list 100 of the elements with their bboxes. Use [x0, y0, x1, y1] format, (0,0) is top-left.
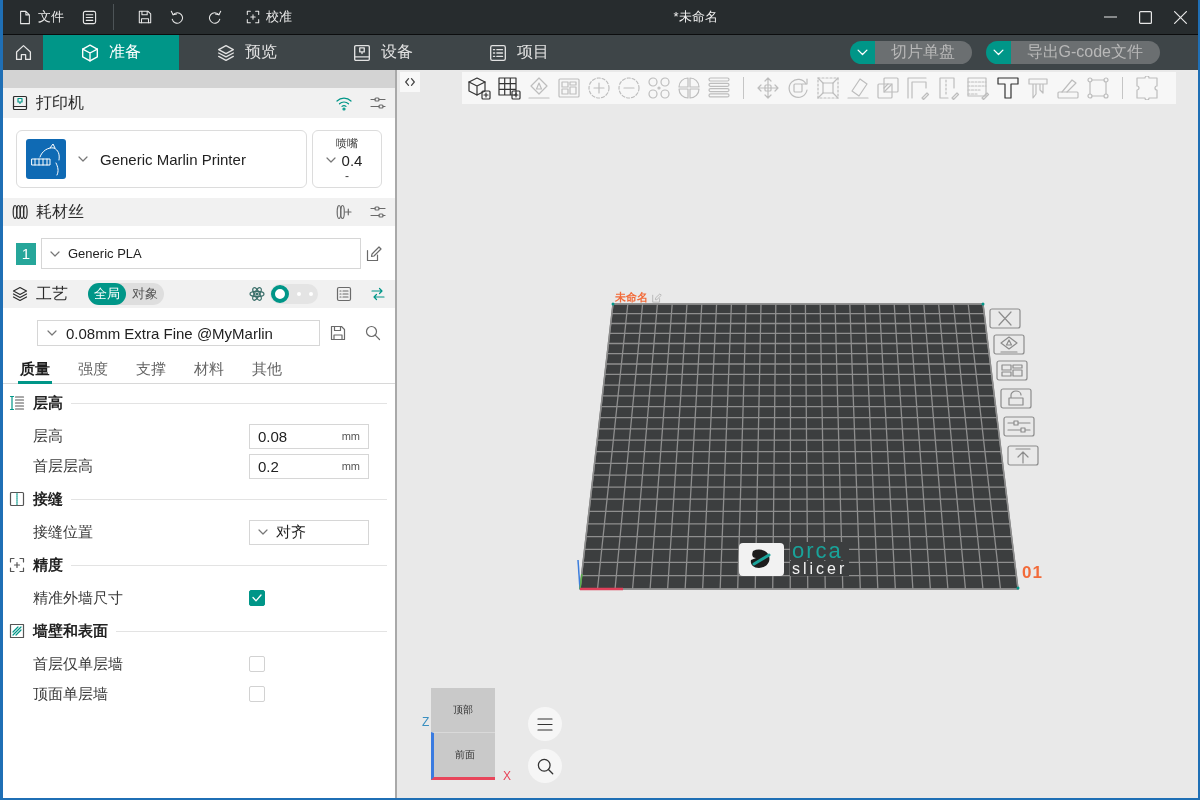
scope-option[interactable]: 对象 — [126, 283, 164, 305]
maximize-icon — [1139, 10, 1152, 24]
checkbox[interactable] — [249, 590, 265, 606]
axis-label: Z — [422, 716, 430, 728]
plate-name: 未命名 — [615, 290, 648, 305]
arrow-up-box-icon[interactable] — [1007, 445, 1039, 466]
scope-option[interactable]: 全局 — [88, 283, 126, 305]
section-title: 墙壁和表面 — [33, 621, 108, 641]
unit-label: mm — [341, 460, 360, 472]
dropdown-toggle[interactable] — [985, 41, 1011, 64]
search-icon — [536, 757, 554, 775]
caret-icon — [258, 529, 268, 535]
dropdown-toggle[interactable] — [849, 41, 875, 64]
setting-label: 首层仅单层墙 — [33, 654, 124, 674]
main-tab[interactable]: 准备 — [43, 35, 179, 70]
setting-label: 顶面单层墙 — [33, 684, 109, 704]
edit-icon[interactable] — [366, 245, 382, 262]
section-title: 精度 — [33, 555, 63, 575]
caret-icon — [856, 49, 868, 56]
save-icon[interactable] — [330, 325, 346, 341]
close-icon — [1174, 10, 1187, 24]
panel-title: 耗材丝 — [36, 201, 84, 222]
layers-icon — [12, 286, 28, 302]
nozzle-sub-value: - — [345, 169, 349, 183]
preset-select[interactable]: 0.08mm Extra Fine @MyMarlin — [37, 320, 320, 346]
view-cube-face[interactable]: 前面 — [431, 732, 495, 780]
undo-icon — [170, 10, 184, 24]
select-field[interactable]: 对齐 — [249, 519, 369, 545]
device-icon — [353, 43, 371, 62]
add-cube-icon[interactable] — [467, 76, 491, 100]
caret-icon — [992, 49, 1004, 56]
nozzle-label: 喷嘴 — [336, 135, 358, 151]
layer-height-icon — [9, 395, 25, 411]
spool-icon — [12, 204, 28, 220]
file-menu-button[interactable]: 文件 — [12, 4, 70, 30]
settings-tab[interactable]: 材料 — [192, 358, 226, 384]
menu-icon — [537, 717, 553, 731]
arrange-box-icon[interactable] — [996, 360, 1028, 381]
atom-icon — [249, 286, 265, 302]
filament-number-badge: 1 — [16, 242, 36, 265]
settings-tab[interactable]: 支撑 — [134, 358, 168, 384]
setting-label: 精准外墙尺寸 — [33, 588, 124, 608]
calibration-button[interactable]: 校准 — [240, 4, 298, 30]
orient-box-icon[interactable] — [993, 334, 1025, 355]
unit-label: mm — [341, 430, 360, 442]
section-title: 层高 — [33, 393, 63, 413]
nozzle-value: 0.4 — [341, 151, 363, 169]
frame-target-icon — [246, 10, 260, 24]
panel-title: 工艺 — [36, 283, 68, 304]
main-tab[interactable]: 项目 — [451, 35, 587, 70]
main-tab[interactable]: 设备 — [315, 35, 451, 70]
caret-icon — [325, 157, 336, 163]
redo-icon — [208, 10, 222, 24]
close-box-icon[interactable] — [989, 308, 1021, 329]
number-field[interactable]: 0.2 mm — [249, 453, 369, 479]
settings-tab[interactable]: 质量 — [18, 358, 52, 384]
axis-label: X — [503, 770, 511, 782]
settings-tab[interactable]: 强度 — [76, 358, 110, 384]
sliders-box-icon[interactable] — [1003, 416, 1035, 437]
seam-icon — [9, 491, 25, 507]
zoom-button[interactable] — [528, 749, 562, 783]
view-menu-button[interactable] — [528, 707, 562, 741]
home-icon — [14, 44, 32, 61]
menu-icon[interactable] — [82, 9, 97, 25]
minimize-icon — [1104, 16, 1117, 18]
number-field[interactable]: 0.08 mm — [249, 423, 369, 449]
caret-icon — [47, 330, 57, 336]
collapse-button[interactable] — [400, 72, 420, 92]
orca-logo-icon — [739, 542, 784, 576]
toggle-switch[interactable] — [270, 284, 318, 304]
add-grid-icon[interactable] — [497, 76, 521, 100]
main-tab[interactable]: 预览 — [179, 35, 315, 70]
nozzle-selector[interactable]: 喷嘴 0.4 - — [312, 130, 382, 188]
printer-icon — [12, 95, 28, 111]
lock-box-icon[interactable] — [1000, 388, 1032, 409]
list-icon — [489, 43, 507, 62]
text-tool-icon[interactable] — [996, 76, 1020, 100]
precision-icon — [9, 557, 25, 573]
sliders-icon[interactable] — [370, 95, 386, 111]
settings-tab[interactable]: 其他 — [250, 358, 284, 384]
wifi-icon[interactable] — [336, 95, 352, 111]
setting-label: 接缝位置 — [33, 522, 94, 542]
walls-icon — [9, 623, 25, 639]
printer-selector[interactable]: Generic Marlin Printer — [16, 130, 307, 188]
swap-icon[interactable] — [370, 286, 386, 302]
view-cube-face[interactable]: 顶部 — [431, 688, 495, 732]
printer-name: Generic Marlin Printer — [100, 150, 246, 168]
search-icon[interactable] — [365, 325, 381, 341]
filament-select[interactable]: Generic PLA — [41, 238, 361, 269]
add-spool-icon[interactable] — [336, 204, 352, 220]
list-icon[interactable] — [336, 286, 352, 302]
window-title: *未命名 — [673, 8, 718, 26]
logo-wordmark: orca — [790, 542, 850, 560]
caret-icon — [78, 156, 88, 162]
sliders-icon[interactable] — [370, 204, 386, 220]
setting-label: 首层层高 — [33, 456, 94, 476]
logo-wordmark: slicer — [790, 561, 850, 576]
checkmark-icon — [252, 594, 262, 602]
printer-thumbnail — [26, 139, 66, 179]
caret-icon — [50, 250, 60, 257]
